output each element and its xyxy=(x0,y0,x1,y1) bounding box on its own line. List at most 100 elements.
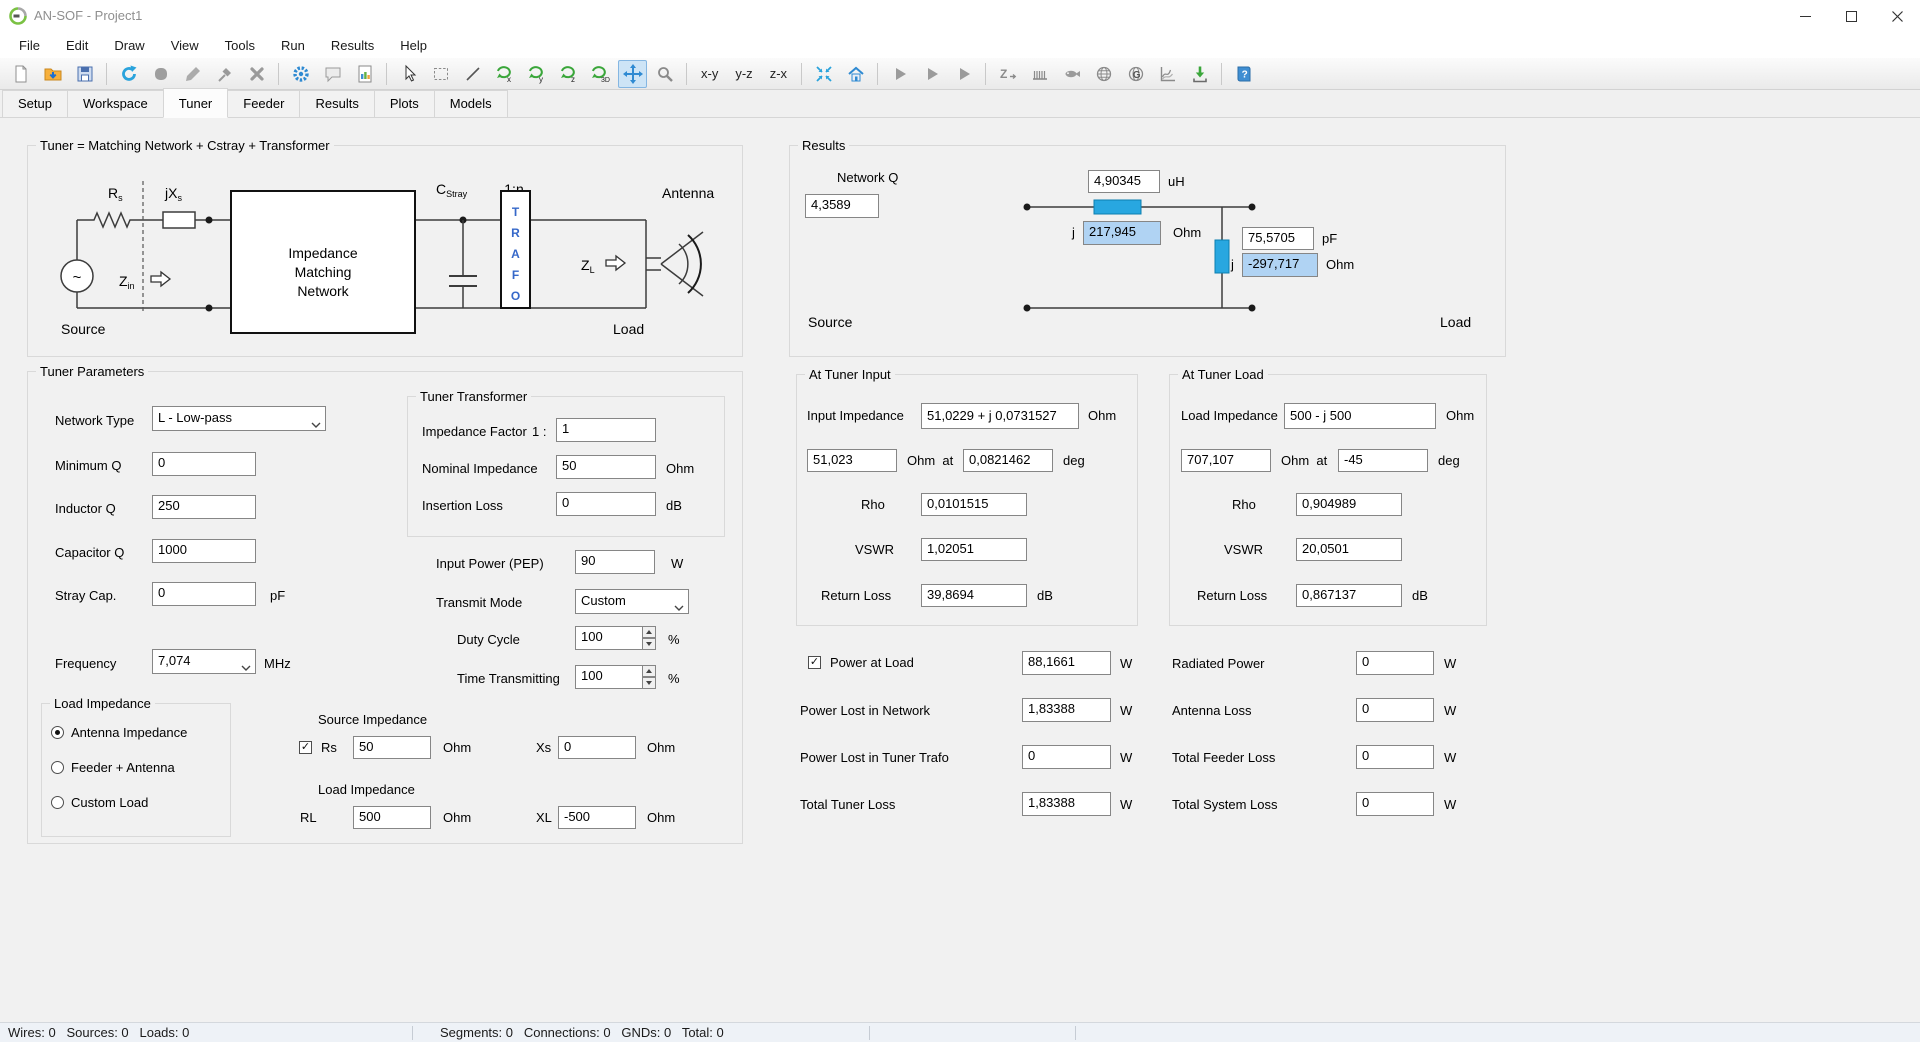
xs-field[interactable]: 0 xyxy=(558,736,636,759)
input-angle-value[interactable]: 0,0821462 xyxy=(963,449,1053,472)
menu-results[interactable]: Results xyxy=(318,34,387,57)
plane-xy-button[interactable]: x-y xyxy=(694,62,725,85)
rotate-3d-button[interactable]: 3D xyxy=(586,60,615,88)
tab-plots[interactable]: Plots xyxy=(374,90,435,117)
xl-field[interactable]: -500 xyxy=(558,806,636,829)
load-impedance-value[interactable]: 500 - j 500 xyxy=(1284,403,1436,429)
radio-antenna-impedance[interactable] xyxy=(51,726,64,739)
plane-yz-button[interactable]: y-z xyxy=(728,62,759,85)
duty-cycle-field[interactable]: 100 xyxy=(575,626,643,650)
globe-g-button[interactable]: G xyxy=(1121,60,1150,88)
run-button-3[interactable] xyxy=(949,60,978,88)
delete-button[interactable] xyxy=(242,60,271,88)
insertion-loss-field[interactable]: 0 xyxy=(556,492,656,516)
draw-line-button[interactable] xyxy=(458,60,487,88)
menu-view[interactable]: View xyxy=(158,34,212,57)
menu-tools[interactable]: Tools xyxy=(212,34,268,57)
save-button[interactable] xyxy=(70,60,99,88)
comment-button[interactable] xyxy=(318,60,347,88)
total-feeder-loss-value[interactable]: 0 xyxy=(1356,745,1434,769)
tab-setup[interactable]: Setup xyxy=(2,90,68,117)
tab-results[interactable]: Results xyxy=(299,90,374,117)
inductor-reactance-value[interactable]: 217,945 xyxy=(1083,221,1161,245)
radio-custom-load[interactable] xyxy=(51,796,64,809)
transmit-mode-combo[interactable]: Custom xyxy=(575,589,689,614)
capacitor-reactance-value[interactable]: -297,717 xyxy=(1242,253,1318,277)
network-type-combo[interactable]: L - Low-pass xyxy=(152,406,326,431)
help-button[interactable]: ? xyxy=(1229,60,1258,88)
rl-field[interactable]: 500 xyxy=(353,806,431,829)
close-button[interactable] xyxy=(1874,0,1920,32)
input-vswr-value[interactable]: 1,02051 xyxy=(921,538,1027,561)
total-tuner-loss-value[interactable]: 1,83388 xyxy=(1022,792,1111,816)
tab-workspace[interactable]: Workspace xyxy=(67,90,164,117)
nominal-impedance-field[interactable]: 50 xyxy=(556,455,656,479)
time-transmitting-field[interactable]: 100 xyxy=(575,665,643,689)
duty-cycle-up-button[interactable] xyxy=(642,626,656,638)
network-q-value[interactable]: 4,3589 xyxy=(805,194,879,218)
run-button-1[interactable] xyxy=(885,60,914,88)
modify-button[interactable] xyxy=(210,60,239,88)
zoom-button[interactable] xyxy=(650,60,679,88)
time-transmitting-up-button[interactable] xyxy=(642,665,656,677)
preferences-button[interactable] xyxy=(286,60,315,88)
input-return-loss-value[interactable]: 39,8694 xyxy=(921,584,1027,607)
rotate-z-button[interactable]: z xyxy=(554,60,583,88)
rotate-x-button[interactable]: x xyxy=(490,60,519,88)
edit-button[interactable] xyxy=(178,60,207,88)
menu-help[interactable]: Help xyxy=(387,34,440,57)
minimum-q-field[interactable]: 0 xyxy=(152,452,256,476)
load-magnitude-value[interactable]: 707,107 xyxy=(1181,449,1271,472)
tab-feeder[interactable]: Feeder xyxy=(227,90,300,117)
load-angle-value[interactable]: -45 xyxy=(1338,449,1428,472)
open-file-button[interactable] xyxy=(38,60,67,88)
frequency-combo[interactable]: 7,074 xyxy=(152,649,256,674)
export-button[interactable] xyxy=(1185,60,1214,88)
plane-zx-button[interactable]: z-x xyxy=(763,62,794,85)
antenna-loss-value[interactable]: 0 xyxy=(1356,698,1434,722)
power-at-load-checkbox[interactable]: ✓ xyxy=(808,656,821,669)
stray-cap-field[interactable]: 0 xyxy=(152,582,256,606)
segments-button[interactable] xyxy=(1025,60,1054,88)
tab-models[interactable]: Models xyxy=(434,90,508,117)
time-transmitting-down-button[interactable] xyxy=(642,677,656,689)
power-at-load-value[interactable]: 88,1661 xyxy=(1022,651,1111,675)
inductance-value[interactable]: 4,90345 xyxy=(1088,170,1160,193)
radiated-power-value[interactable]: 0 xyxy=(1356,651,1434,675)
tab-tuner[interactable]: Tuner xyxy=(163,88,228,118)
load-vswr-value[interactable]: 20,0501 xyxy=(1296,538,1402,561)
capacitor-q-field[interactable]: 1000 xyxy=(152,539,256,563)
rs-checkbox[interactable]: ✓ xyxy=(299,741,312,754)
load-return-loss-value[interactable]: 0,867137 xyxy=(1296,584,1402,607)
power-lost-trafo-value[interactable]: 0 xyxy=(1022,745,1111,769)
select-button[interactable] xyxy=(394,60,423,88)
total-system-loss-value[interactable]: 0 xyxy=(1356,792,1434,816)
load-rho-value[interactable]: 0,904989 xyxy=(1296,493,1402,516)
impedance-factor-field[interactable]: 1 xyxy=(556,418,656,442)
duty-cycle-down-button[interactable] xyxy=(642,638,656,650)
menu-edit[interactable]: Edit xyxy=(53,34,101,57)
power-lost-network-value[interactable]: 1,83388 xyxy=(1022,698,1111,722)
report-button[interactable] xyxy=(350,60,379,88)
rotate-y-button[interactable]: y xyxy=(522,60,551,88)
menu-file[interactable]: File xyxy=(6,34,53,57)
selection-box-button[interactable] xyxy=(426,60,455,88)
impedance-button[interactable]: Z xyxy=(993,60,1022,88)
rs-field[interactable]: 50 xyxy=(353,736,431,759)
pattern-button[interactable] xyxy=(1057,60,1086,88)
maximize-button[interactable] xyxy=(1828,0,1874,32)
input-power-field[interactable]: 90 xyxy=(575,550,655,574)
inductor-q-field[interactable]: 250 xyxy=(152,495,256,519)
new-file-button[interactable] xyxy=(6,60,35,88)
zoom-fit-button[interactable] xyxy=(809,60,838,88)
input-impedance-value[interactable]: 51,0229 + j 0,0731527 xyxy=(921,403,1079,429)
plot-button[interactable] xyxy=(1153,60,1182,88)
run-button-2[interactable] xyxy=(917,60,946,88)
globe-button[interactable] xyxy=(1089,60,1118,88)
refresh-button[interactable] xyxy=(114,60,143,88)
capacitance-value[interactable]: 75,5705 xyxy=(1242,227,1314,250)
input-magnitude-value[interactable]: 51,023 xyxy=(807,449,897,472)
menu-draw[interactable]: Draw xyxy=(101,34,157,57)
input-rho-value[interactable]: 0,0101515 xyxy=(921,493,1027,516)
home-button[interactable] xyxy=(841,60,870,88)
